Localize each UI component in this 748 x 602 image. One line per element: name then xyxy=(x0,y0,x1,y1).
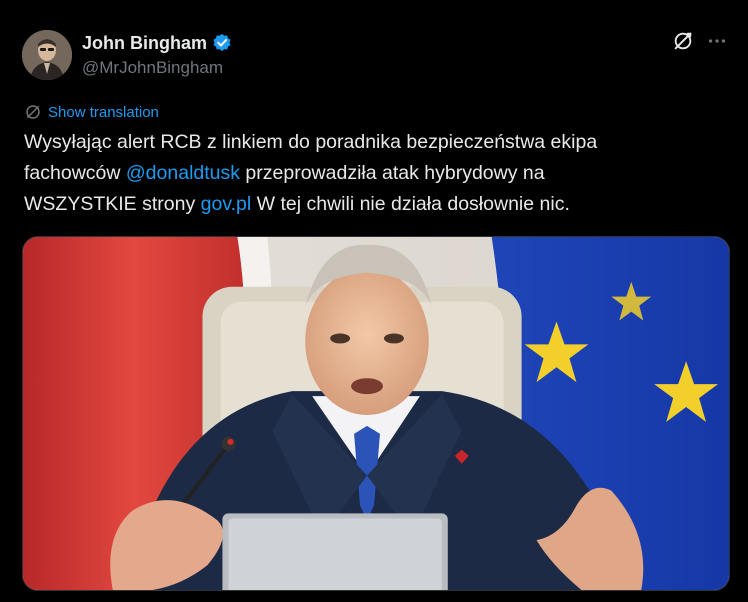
avatar-photo-icon xyxy=(22,30,72,80)
grok-icon[interactable] xyxy=(672,30,694,52)
more-options-icon[interactable] xyxy=(706,30,728,52)
show-translation-label: Show translation xyxy=(48,103,159,121)
tweet-card: John Bingham @MrJohnBingham Show transla… xyxy=(0,0,748,602)
author-avatar[interactable] xyxy=(22,30,72,80)
author-name-row: John Bingham xyxy=(82,32,232,54)
url-link[interactable]: gov.pl xyxy=(201,193,252,215)
tweet-text-segment: WSZYSTKIE strony xyxy=(24,193,201,215)
tweet-text-line-1: Wysyłając alert RCB z linkiem do poradni… xyxy=(24,131,598,153)
photo-of-man-speaking-at-microphone-icon xyxy=(23,237,729,590)
tweet-top-actions xyxy=(672,30,728,52)
author-display-name[interactable]: John Bingham xyxy=(82,33,207,54)
tweet-text-line-3: WSZYSTKIE strony gov.pl W tej chwili nie… xyxy=(24,189,724,220)
author-handle[interactable]: @MrJohnBingham xyxy=(82,58,223,78)
mention-link[interactable]: @donaldtusk xyxy=(126,162,240,184)
translate-icon xyxy=(26,105,40,119)
show-translation-button[interactable]: Show translation xyxy=(24,103,159,121)
tweet-text-segment: fachowców xyxy=(24,162,126,184)
tweet-text: Wysyłając alert RCB z linkiem do poradni… xyxy=(24,127,724,220)
tweet-text-line-2: fachowców @donaldtusk przeprowadziła ata… xyxy=(24,158,724,189)
tweet-text-segment: W tej chwili nie działa dosłownie nic. xyxy=(251,193,570,215)
tweet-media-photo[interactable] xyxy=(22,236,730,591)
verified-badge-icon xyxy=(213,33,231,52)
tweet-text-segment: przeprowadziła atak hybrydowy na xyxy=(240,162,545,184)
